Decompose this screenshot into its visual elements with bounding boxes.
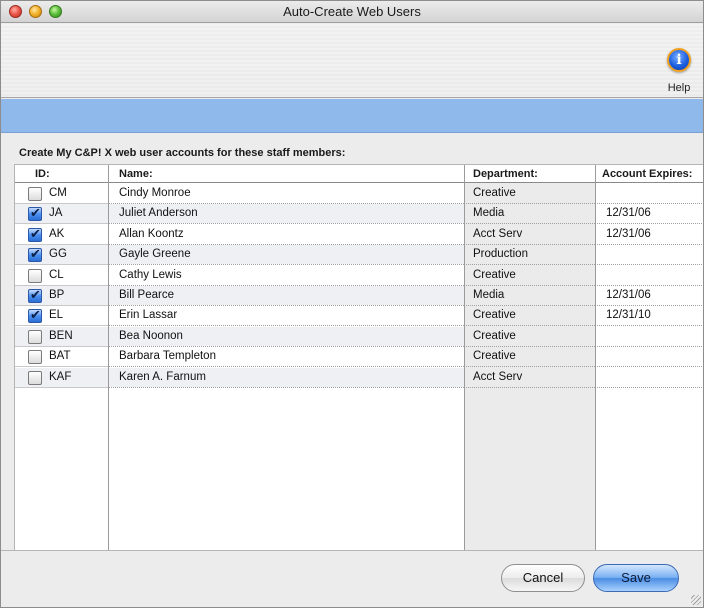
row-checkbox[interactable] — [28, 329, 42, 344]
cell-department: Media — [473, 289, 505, 301]
row-divider — [108, 386, 464, 388]
table-row[interactable]: BAT Barbara Templeton Creative — [15, 347, 703, 368]
column-divider — [595, 165, 596, 551]
header-name[interactable]: Name: — [119, 168, 153, 180]
row-checkbox[interactable] — [28, 205, 42, 222]
cell-expires[interactable]: 12/31/06 — [606, 289, 651, 301]
table-header: ID: Name: Department: Account Expires: — [15, 165, 703, 183]
auto-create-web-users-window: Auto-Create Web Users i Help Create My C… — [0, 0, 704, 608]
cell-id: BEN — [49, 329, 73, 342]
save-button[interactable]: Save — [593, 564, 679, 592]
cell-id: BAT — [49, 350, 71, 363]
cell-expires[interactable]: 12/31/06 — [606, 228, 651, 240]
cell-department: Acct Serv — [473, 227, 523, 240]
cancel-button[interactable]: Cancel — [501, 564, 585, 592]
row-checkbox[interactable] — [28, 307, 42, 324]
toolbar: i Help — [1, 24, 703, 98]
row-divider — [15, 386, 108, 388]
cell-id: CM — [49, 187, 67, 199]
instruction-text: Create My C&P! X web user accounts for t… — [19, 147, 346, 159]
cell-name: Karen A. Farnum — [119, 370, 206, 383]
cell-department: Creative — [473, 268, 516, 281]
row-divider — [464, 386, 595, 388]
info-icon: i — [667, 48, 691, 72]
header-band — [1, 99, 703, 133]
cell-department: Creative — [473, 350, 516, 363]
row-checkbox[interactable] — [28, 187, 42, 201]
table-row[interactable]: EL Erin Lassar Creative 12/31/10 — [15, 306, 703, 327]
cell-name: Allan Koontz — [119, 227, 184, 240]
column-divider — [108, 165, 109, 551]
title-bar: Auto-Create Web Users — [1, 1, 703, 23]
row-checkbox[interactable] — [28, 370, 42, 385]
row-checkbox[interactable] — [28, 268, 42, 283]
cell-department: Media — [473, 207, 505, 220]
header-expires[interactable]: Account Expires: — [602, 168, 692, 180]
table-row[interactable]: CL Cathy Lewis Creative — [15, 266, 703, 286]
row-checkbox[interactable] — [28, 350, 42, 365]
table-row[interactable]: JA Juliet Anderson Media 12/31/06 — [15, 204, 703, 225]
help-button[interactable]: i Help — [661, 48, 697, 96]
cell-name: Erin Lassar — [119, 309, 178, 322]
cell-id: KAF — [49, 370, 72, 383]
cell-name: Cathy Lewis — [119, 268, 182, 281]
row-checkbox[interactable] — [28, 226, 42, 242]
column-divider — [464, 165, 465, 551]
table-row[interactable]: GG Gayle Greene Production — [15, 245, 703, 266]
row-checkbox[interactable] — [28, 246, 42, 263]
cell-name: Cindy Monroe — [119, 187, 191, 199]
cell-department: Production — [473, 248, 528, 261]
table-row[interactable]: BP Bill Pearce Media 12/31/06 — [15, 286, 703, 306]
staff-table: ID: Name: Department: Account Expires: C… — [14, 164, 703, 551]
table-row[interactable]: CM Cindy Monroe Creative — [15, 184, 703, 204]
cell-department: Creative — [473, 187, 516, 199]
cell-department: Acct Serv — [473, 370, 523, 383]
cell-id: JA — [49, 207, 63, 220]
cell-id: EL — [49, 309, 64, 322]
button-bar: Cancel Save — [1, 550, 703, 607]
cell-expires[interactable]: 12/31/06 — [606, 207, 651, 219]
table-row[interactable]: BEN Bea Noonon Creative — [15, 326, 703, 347]
cell-id: CL — [49, 268, 64, 281]
window-title: Auto-Create Web Users — [283, 4, 421, 19]
row-divider — [595, 386, 703, 388]
cell-id: GG — [49, 248, 67, 261]
row-checkbox[interactable] — [28, 287, 42, 303]
header-department[interactable]: Department: — [473, 168, 538, 180]
help-label: Help — [667, 82, 691, 94]
cell-department: Creative — [473, 329, 516, 342]
cell-id: BP — [49, 289, 65, 301]
cell-id: AK — [49, 227, 65, 240]
header-id[interactable]: ID: — [35, 168, 50, 180]
table-row[interactable]: AK Allan Koontz Acct Serv 12/31/06 — [15, 225, 703, 245]
cell-name: Bea Noonon — [119, 329, 183, 342]
cell-expires[interactable]: 12/31/10 — [606, 309, 651, 321]
cell-department: Creative — [473, 309, 516, 322]
cell-name: Barbara Templeton — [119, 350, 216, 363]
table-row[interactable]: KAF Karen A. Farnum Acct Serv — [15, 367, 703, 388]
cell-name: Juliet Anderson — [119, 207, 198, 220]
resize-handle[interactable] — [691, 595, 701, 605]
cell-name: Gayle Greene — [119, 248, 191, 261]
cell-name: Bill Pearce — [119, 289, 174, 301]
